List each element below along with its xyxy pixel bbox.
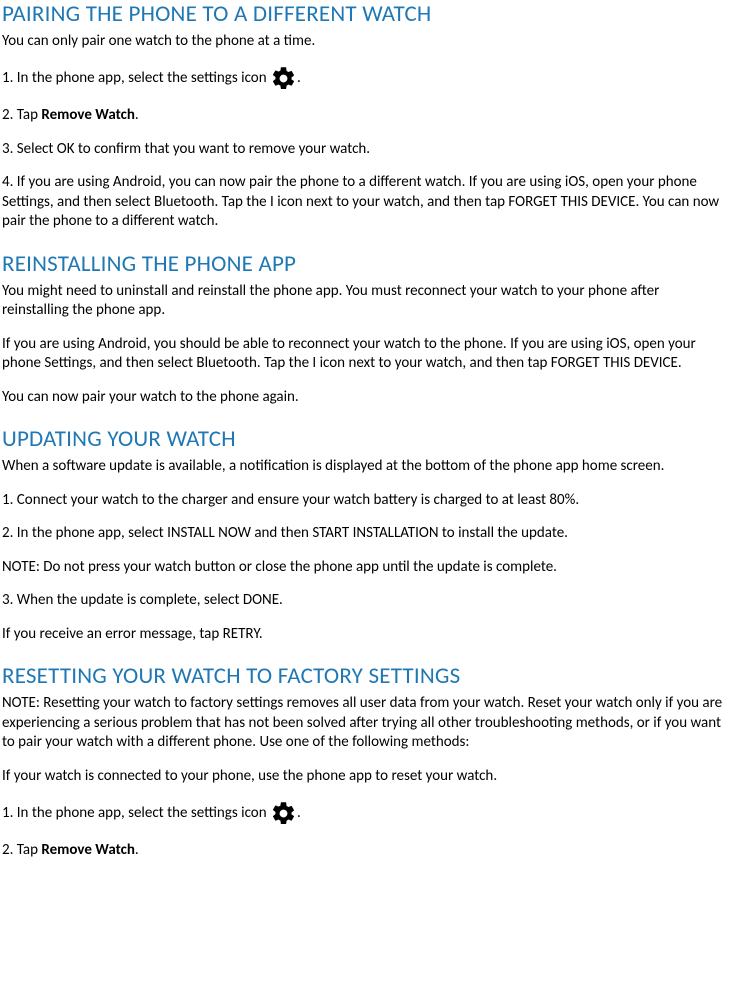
remove-watch-bold: Remove Watch — [41, 106, 135, 124]
gear-icon — [270, 800, 297, 827]
update-step-3: 3. When the update is complete, select D… — [2, 591, 728, 611]
pairing-step-4: 4. If you are using Android, you can now… — [2, 173, 728, 232]
pairing-step-3: 3. Select OK to confirm that you want to… — [2, 140, 728, 160]
update-p2: If you receive an error message, tap RET… — [2, 625, 728, 645]
heading-pairing: PAIRING THE PHONE TO A DIFFERENT WATCH — [2, 0, 728, 30]
step-text: 2. Tap — [2, 106, 41, 124]
update-p1: When a software update is available, a n… — [2, 457, 728, 477]
step-text: 1. In the phone app, select the settings… — [2, 69, 270, 87]
reset-step-1: 1. In the phone app, select the settings… — [2, 800, 728, 827]
remove-watch-bold: Remove Watch — [41, 841, 135, 859]
update-note: NOTE: Do not press your watch button or … — [2, 558, 728, 578]
step-text-post: . — [297, 804, 301, 822]
step-text-post: . — [135, 841, 139, 859]
step-text: 1. In the phone app, select the settings… — [2, 804, 270, 822]
reinstall-p2: If you are using Android, you should be … — [2, 335, 728, 374]
gear-icon — [270, 65, 297, 92]
pairing-step-1: 1. In the phone app, select the settings… — [2, 65, 728, 92]
update-step-2: 2. In the phone app, select INSTALL NOW … — [2, 524, 728, 544]
pairing-intro: You can only pair one watch to the phone… — [2, 32, 728, 52]
reset-step-2: 2. Tap Remove Watch. — [2, 841, 728, 861]
reset-p1: NOTE: Resetting your watch to factory se… — [2, 694, 728, 753]
reinstall-p1: You might need to uninstall and reinstal… — [2, 282, 728, 321]
step-text: 2. Tap — [2, 841, 41, 859]
reinstall-p3: You can now pair your watch to the phone… — [2, 388, 728, 408]
step-text-post: . — [135, 106, 139, 124]
heading-updating: UPDATING YOUR WATCH — [2, 425, 728, 455]
step-text-post: . — [297, 69, 301, 87]
reset-p2: If your watch is connected to your phone… — [2, 767, 728, 787]
update-step-1: 1. Connect your watch to the charger and… — [2, 491, 728, 511]
heading-reinstalling: REINSTALLING THE PHONE APP — [2, 250, 728, 280]
heading-resetting: RESETTING YOUR WATCH TO FACTORY SETTINGS — [2, 662, 728, 692]
pairing-step-2: 2. Tap Remove Watch. — [2, 106, 728, 126]
